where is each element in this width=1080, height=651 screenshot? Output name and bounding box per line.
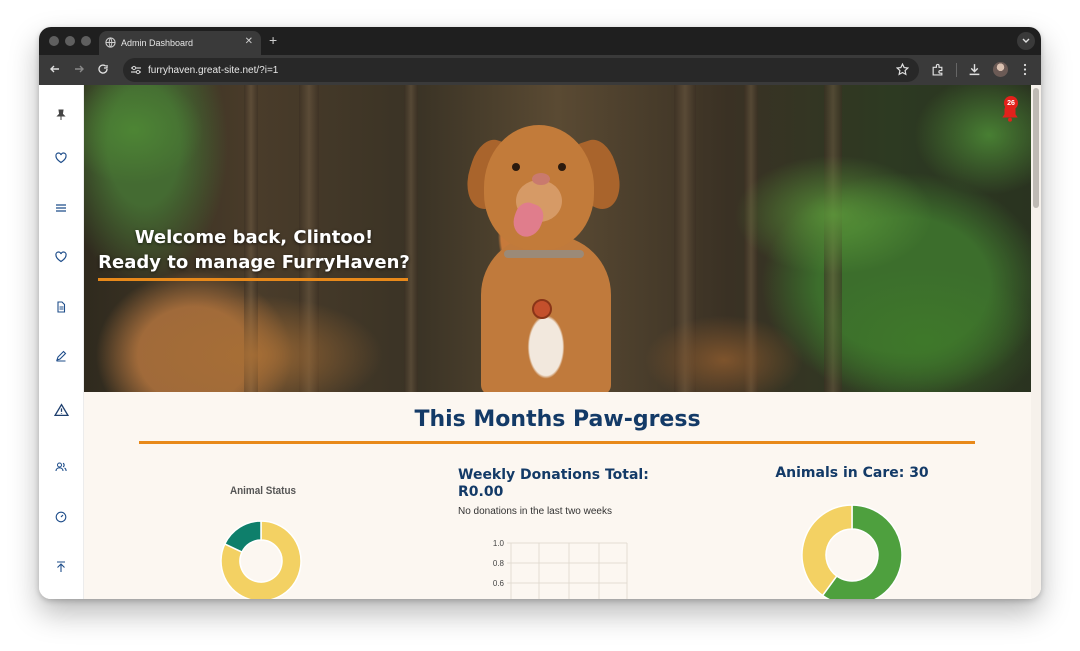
welcome-underline [98, 278, 408, 281]
minimize-window-button[interactable] [65, 36, 75, 46]
profile-avatar[interactable] [993, 62, 1008, 77]
y-tick-label: 1.0 [493, 539, 505, 548]
maximize-window-button[interactable] [81, 36, 91, 46]
site-settings-icon[interactable] [130, 64, 142, 76]
donations-line-chart: 1.0 0.8 0.6 [493, 539, 628, 599]
url-text: furryhaven.great-site.net/?i=1 [148, 64, 279, 76]
dashboard-icon[interactable] [55, 511, 67, 523]
hero-banner: Welcome back, Clintoo! Ready to manage F… [84, 85, 1031, 392]
welcome-line-1: Welcome back, Clintoo! [134, 227, 374, 248]
chevron-down-icon [1022, 38, 1030, 43]
back-icon[interactable] [49, 63, 61, 75]
fern-foliage [84, 85, 204, 185]
donations-title: Weekly Donations Total: R0.00 [458, 467, 688, 501]
new-tab-button[interactable]: + [269, 32, 277, 48]
download-icon[interactable] [968, 63, 981, 76]
section-title: This Months Paw-gress [414, 407, 701, 432]
address-bar[interactable]: furryhaven.great-site.net/?i=1 [123, 58, 919, 82]
sidebar [39, 85, 84, 599]
notification-badge[interactable]: 26 [1004, 96, 1018, 110]
donations-subtitle: No donations in the last two weeks [458, 506, 612, 517]
page-scrollbar[interactable] [1031, 85, 1041, 599]
heart-icon[interactable] [55, 152, 67, 164]
users-icon[interactable] [55, 461, 67, 473]
dog-collar [504, 250, 584, 258]
dog-nose [532, 173, 550, 185]
pin-icon[interactable] [55, 109, 67, 121]
animal-status-donut-chart [220, 520, 302, 599]
dog-tag [532, 299, 552, 319]
y-tick-label: 0.8 [493, 559, 505, 568]
bookmark-star-icon[interactable] [896, 63, 909, 76]
animals-in-care-donut-chart [801, 504, 903, 599]
warning-icon[interactable] [54, 403, 69, 417]
arrow-up-icon[interactable] [55, 561, 67, 573]
globe-icon [105, 37, 116, 48]
animals-in-care-title: Animals in Care: 30 [775, 465, 929, 481]
y-tick-label: 0.6 [493, 579, 505, 588]
welcome-line-2: Ready to manage FurryHaven? [98, 252, 410, 273]
scrollbar-thumb[interactable] [1033, 88, 1039, 208]
close-window-button[interactable] [49, 36, 59, 46]
document-icon[interactable] [55, 301, 67, 313]
dry-fern-foliage [644, 315, 804, 392]
tab-search-button[interactable] [1017, 32, 1035, 50]
animal-status-chart-title: Animal Status [229, 485, 297, 497]
heart-icon[interactable] [55, 251, 67, 263]
more-menu-icon[interactable] [1019, 63, 1031, 76]
extensions-icon[interactable] [931, 63, 944, 76]
donations-title-line-2: R0.00 [458, 484, 504, 500]
reload-icon[interactable] [97, 63, 109, 75]
menu-icon[interactable] [55, 202, 67, 214]
donations-title-line-1: Weekly Donations Total: [458, 467, 649, 483]
pencil-icon[interactable] [55, 350, 67, 362]
welcome-heading: Welcome back, Clintoo! Ready to manage F… [94, 225, 414, 275]
dog-eye [558, 163, 566, 171]
dry-fern-foliage [124, 295, 384, 392]
close-tab-icon[interactable]: ✕ [245, 36, 253, 47]
tab-admin-dashboard[interactable]: Admin Dashboard ✕ [99, 31, 261, 55]
page-content: Welcome back, Clintoo! Ready to manage F… [39, 85, 1041, 599]
tab-strip: Admin Dashboard ✕ + [39, 27, 1041, 55]
dog-eye [512, 163, 520, 171]
tab-title: Admin Dashboard [121, 38, 194, 48]
fern-foliage [734, 155, 934, 275]
section-underline [139, 441, 975, 444]
browser-window: Admin Dashboard ✕ + furryhaven.great-sit… [39, 27, 1041, 599]
forward-icon[interactable] [73, 63, 85, 75]
toolbar-divider [956, 63, 957, 77]
browser-toolbar: furryhaven.great-site.net/?i=1 [39, 55, 1041, 85]
